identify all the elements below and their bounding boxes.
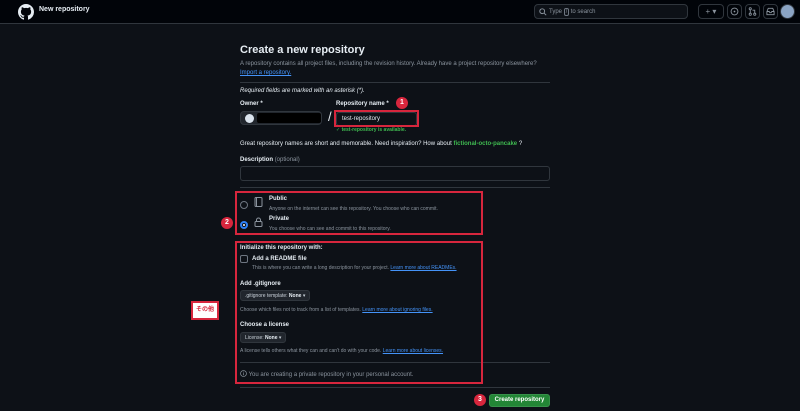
create-repository-button[interactable]: Create repository — [489, 394, 550, 407]
inbox-button[interactable] — [763, 4, 778, 19]
divider — [240, 387, 550, 388]
annotation-badge-3: 3 — [474, 394, 486, 406]
divider — [240, 187, 550, 188]
hint-suggestion-link[interactable]: fictional-octo-pancake — [453, 141, 517, 147]
search-input[interactable]: Type / to search — [534, 4, 688, 19]
owner-name-redacted — [257, 113, 321, 123]
hint-text: Great repository names are short and mem… — [240, 141, 452, 147]
annotation-note-other: その他 — [191, 301, 219, 320]
issues-button[interactable] — [727, 4, 742, 19]
subtitle-text: A repository contains all project files,… — [240, 61, 537, 67]
required-fields-note: Required fields are marked with an aster… — [240, 88, 365, 94]
issues-icon — [730, 7, 739, 16]
description-label-text: Description — [240, 157, 274, 163]
search-placeholder-suffix: to search — [570, 9, 596, 15]
page-title: Create a new repository — [240, 44, 365, 56]
import-repository-link[interactable]: Import a repository. — [240, 70, 291, 76]
user-avatar[interactable] — [780, 4, 795, 19]
annotation-badge-1: 1 — [396, 97, 408, 109]
hint-suffix: ? — [518, 141, 523, 147]
plus-icon: + ▾ — [705, 7, 717, 16]
owner-repo-separator: / — [328, 109, 332, 124]
description-input[interactable] — [240, 166, 550, 181]
search-placeholder-prefix: Type — [549, 9, 563, 15]
annotation-box-visibility — [235, 191, 483, 235]
owner-avatar — [245, 114, 254, 123]
repo-available-message: ✓ test-repository is available. — [336, 127, 407, 133]
header-title[interactable]: New repository — [39, 6, 90, 13]
search-icon — [539, 8, 547, 16]
pull-request-icon — [748, 7, 757, 16]
github-logo-icon[interactable] — [18, 4, 34, 20]
top-header: New repository Type / to search + ▾ — [0, 0, 800, 24]
divider — [240, 82, 550, 83]
owner-select[interactable] — [240, 111, 322, 125]
inbox-icon — [766, 7, 775, 16]
create-new-dropdown-button[interactable]: + ▾ — [698, 4, 724, 19]
pull-requests-button[interactable] — [745, 4, 760, 19]
description-label: Description (optional) — [240, 157, 300, 163]
annotation-box-other-options — [235, 241, 483, 384]
annotation-box-repo-name — [334, 110, 419, 127]
owner-label: Owner * — [240, 101, 263, 107]
page-subtitle: A repository contains all project files,… — [240, 60, 540, 78]
annotation-badge-2: 2 — [221, 217, 233, 229]
description-optional: (optional) — [274, 157, 300, 163]
repo-name-hint: Great repository names are short and mem… — [240, 141, 522, 147]
search-shortcut-key: / — [563, 8, 570, 16]
repo-name-label: Repository name * — [336, 101, 389, 107]
